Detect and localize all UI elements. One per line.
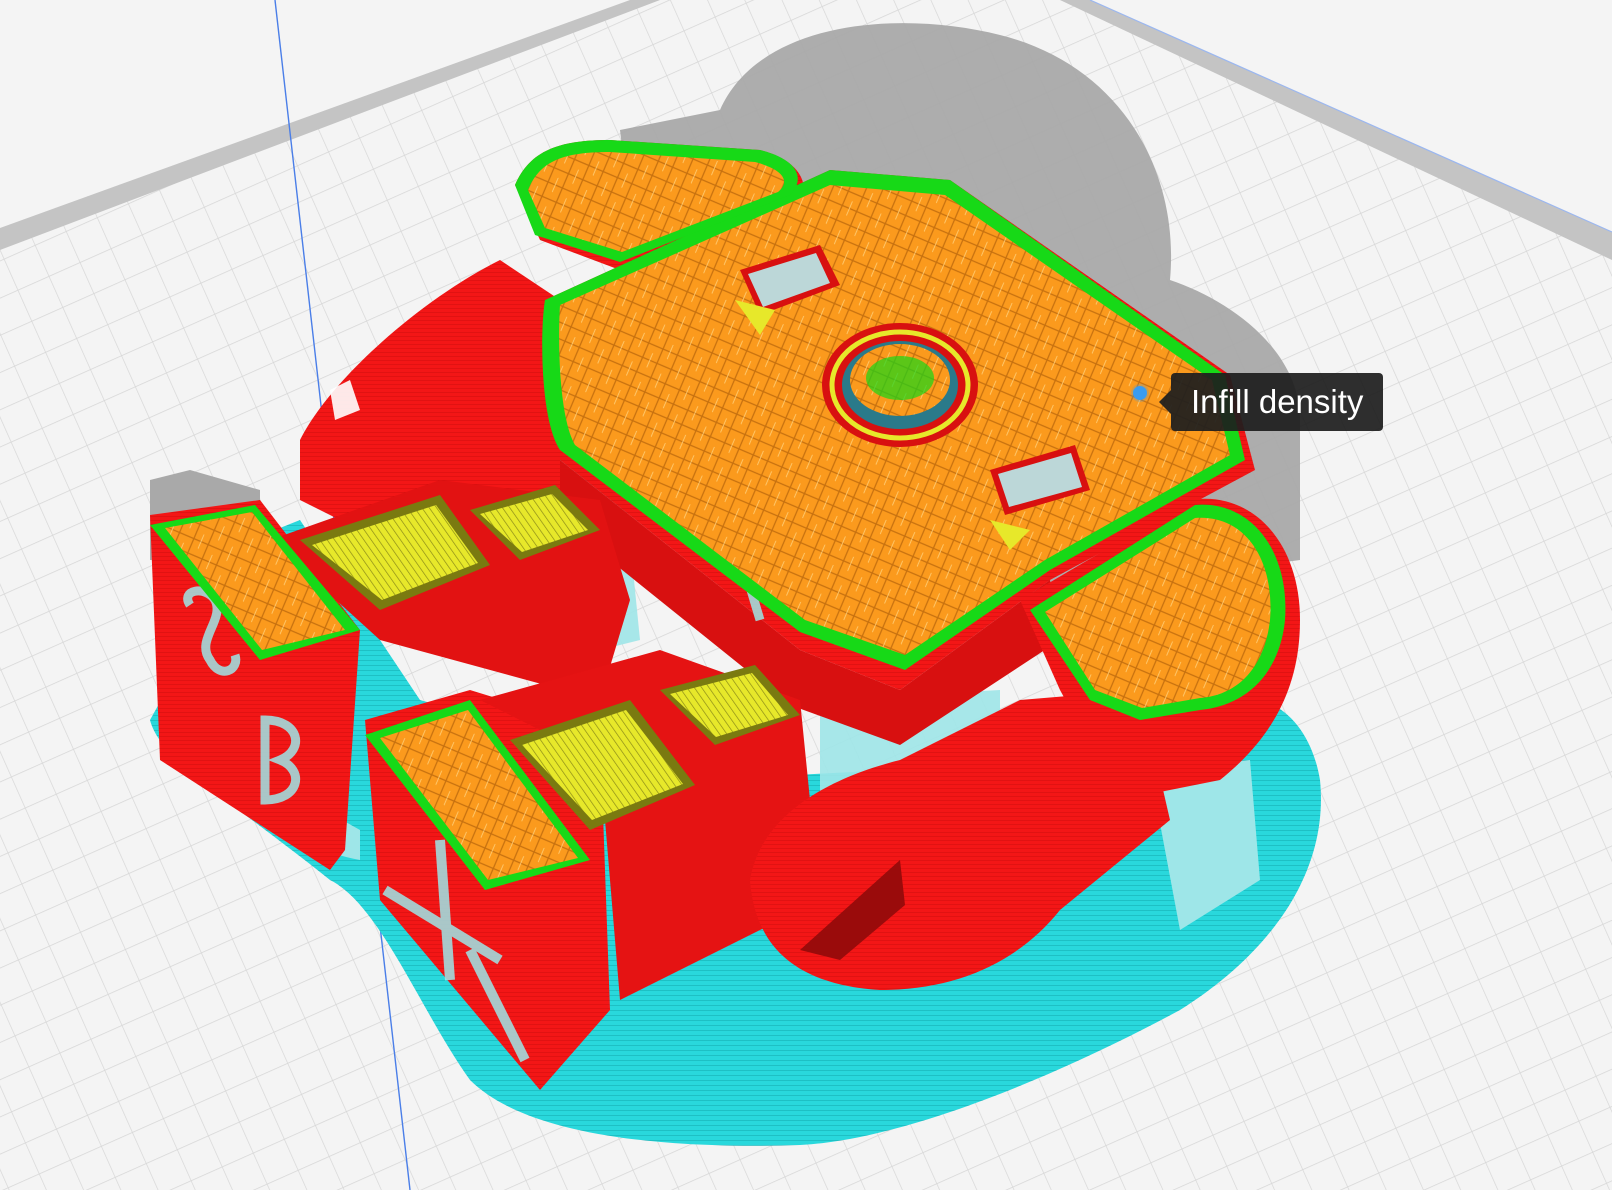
layer-view-scene[interactable] [0,0,1612,1190]
center-ring [822,323,978,447]
3d-viewport[interactable]: Infill density [0,0,1612,1190]
tooltip-text: Infill density [1191,383,1364,420]
infill-density-tooltip: Infill density [1158,373,1384,431]
tooltip-hint-icon[interactable] [1133,386,1147,400]
